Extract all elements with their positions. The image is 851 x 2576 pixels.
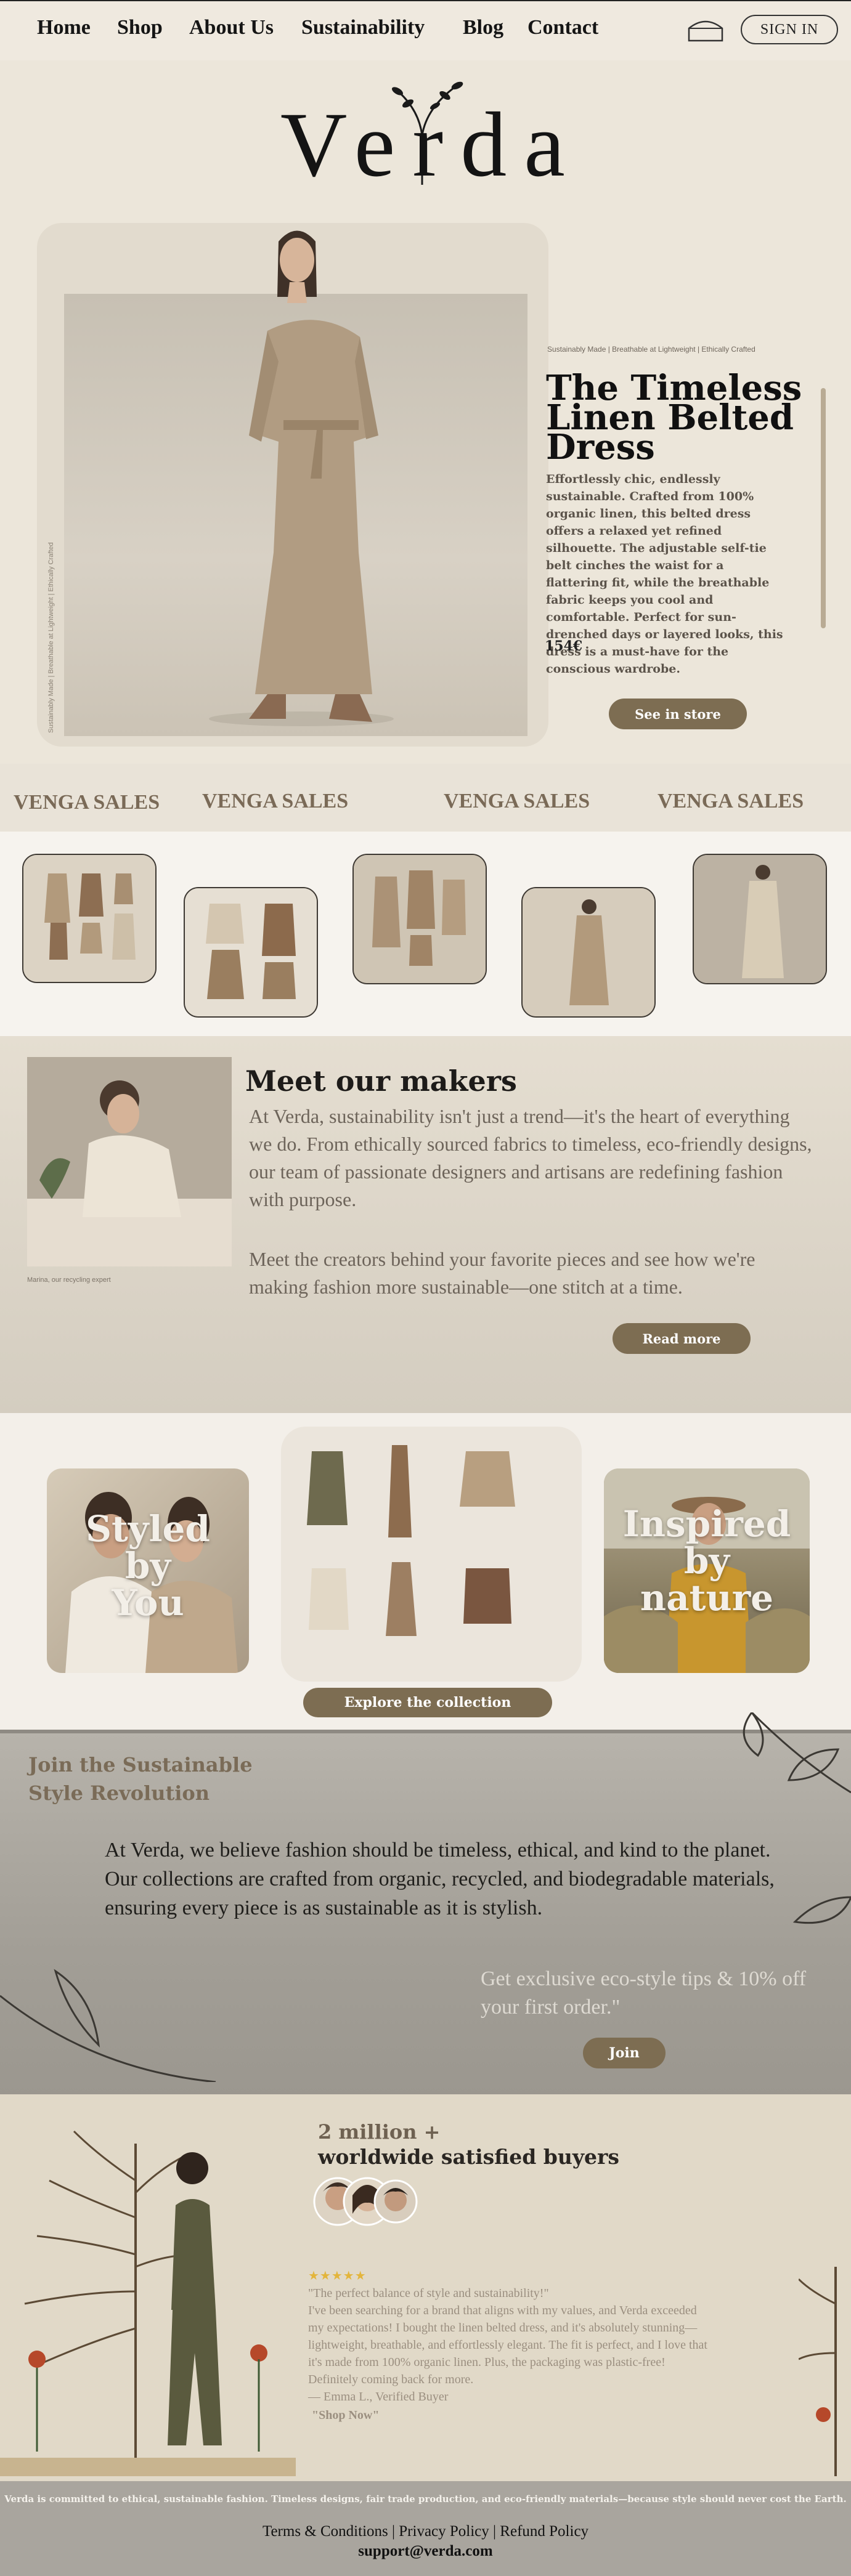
buyers-subtitle: worldwide satisfied buyers (318, 2145, 619, 2169)
svg-text:Sustainably Made | Breathable: Sustainably Made | Breathable at Lightwe… (47, 542, 55, 733)
styled-by-you-text: Styled by You (86, 1508, 210, 1624)
buyers-count: 2 million + (318, 2120, 441, 2144)
newsletter-title: Join the Sustainable Style Revolution (28, 1753, 253, 1805)
product-card[interactable] (521, 887, 656, 1018)
explore-collection-button[interactable]: Explore the collection (303, 1688, 552, 1717)
terms-link[interactable]: Terms & Conditions (263, 2523, 388, 2540)
nav-sustainability[interactable]: Sustainability (301, 16, 425, 39)
quote-author: — Emma L., Verified Buyer (308, 2390, 449, 2404)
hero-vertical-text: Sustainably Made | Breathable at Lightwe… (47, 542, 55, 733)
sale-label[interactable]: VENGA SALES (444, 790, 590, 813)
hero-title: The Timeless Linen Belted Dress (546, 368, 802, 468)
nav-home[interactable]: Home (37, 16, 91, 39)
avatar-group (313, 2177, 418, 2226)
see-in-store-button[interactable]: See in store (609, 699, 747, 729)
nav-contact[interactable]: Contact (527, 16, 598, 39)
quote-line: "The perfect balance of style and sustai… (308, 2286, 549, 2300)
botanical-illustration (0, 2130, 296, 2476)
quote-line: Definitely coming back for more. (308, 2373, 474, 2386)
collection-grid-card[interactable] (281, 1427, 582, 1682)
support-email[interactable]: support@verda.com (0, 2543, 851, 2560)
botanical-illustration (799, 2267, 837, 2476)
quote-line: it's made from 100% organic linen. Plus,… (308, 2355, 666, 2369)
inspired-by-nature-text: Inspired by nature (622, 1503, 791, 1619)
makers-paragraph: At Verda, sustainability isn't just a tr… (249, 1105, 812, 1210)
shop-now-link[interactable]: "Shop Now" (312, 2407, 792, 2424)
footer-separator: | (392, 2523, 396, 2540)
quote-line: I've been searching for a brand that ali… (308, 2304, 697, 2317)
inspired-by-nature-card[interactable]: Inspired by nature (604, 1468, 810, 1673)
product-card[interactable] (352, 854, 487, 984)
rating-stars: ★★★★★ (308, 2268, 367, 2283)
sign-in-button[interactable]: SIGN IN (741, 15, 838, 44)
hero-scrollbar[interactable] (821, 388, 826, 628)
newsletter-paragraph: At Verda, we believe fashion should be t… (105, 1839, 775, 1919)
footer-mission: Verda is committed to ethical, sustainab… (4, 2493, 847, 2505)
leaf-branch-icon (0, 1969, 216, 2082)
brand-logo[interactable]: Verda (280, 99, 582, 191)
makers-paragraph: Meet the creators behind your favorite p… (249, 1248, 755, 1298)
footer-separator: | (493, 2523, 497, 2540)
join-button[interactable]: Join (583, 2038, 666, 2068)
makers-title: Meet our makers (245, 1064, 517, 1098)
product-card[interactable] (22, 854, 157, 983)
sale-label[interactable]: VENGA SALES (658, 790, 804, 813)
read-more-button[interactable]: Read more (613, 1323, 751, 1354)
styled-by-you-card[interactable]: Styled by You (47, 1468, 249, 1673)
nav-blog[interactable]: Blog (463, 16, 503, 39)
privacy-link[interactable]: Privacy Policy (399, 2523, 489, 2540)
footer-links: Terms & Conditions | Privacy Policy | Re… (0, 2523, 851, 2540)
sale-label[interactable]: VENGA SALES (14, 791, 160, 814)
refund-link[interactable]: Refund Policy (500, 2523, 588, 2540)
quote-line: my expectations! I bought the linen belt… (308, 2321, 698, 2335)
hero-product-photo (64, 230, 527, 736)
hero-price: 154€ (545, 638, 583, 654)
makers-photo (27, 1057, 232, 1266)
product-card[interactable] (184, 887, 318, 1018)
newsletter-offer: Get exclusive eco-style tips & 10% off y… (481, 1967, 807, 2019)
hero-kicker: Sustainably Made | Breathable at Lightwe… (547, 345, 755, 354)
sale-label[interactable]: VENGA SALES (202, 790, 348, 813)
model-head (277, 230, 317, 303)
nav-about-us[interactable]: About Us (189, 16, 274, 39)
product-card[interactable] (693, 854, 827, 984)
makers-caption: Marina, our recycling expert (27, 1276, 111, 1284)
quote-line: lightweight, breathable, and effortlessl… (308, 2338, 707, 2352)
nav-shop[interactable]: Shop (117, 16, 163, 39)
cart-icon[interactable] (686, 15, 725, 43)
